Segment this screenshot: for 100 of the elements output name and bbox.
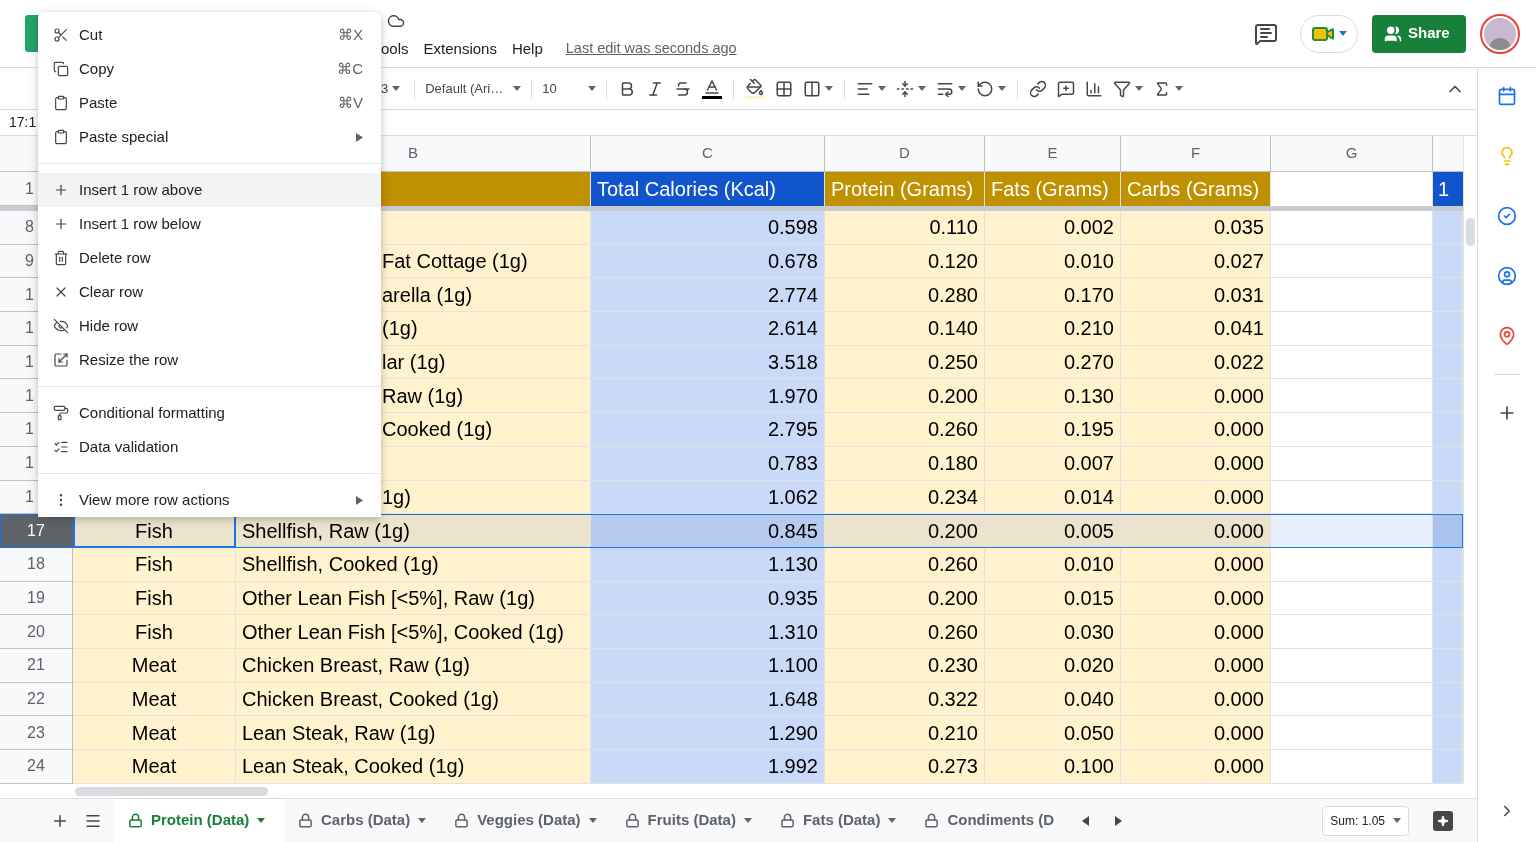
- chart-icon[interactable]: [1085, 79, 1104, 98]
- task-check-icon[interactable]: [1497, 206, 1517, 226]
- table-cell: 0.935: [591, 581, 825, 616]
- eye-off-icon: [53, 318, 69, 334]
- menu-item[interactable]: Insert 1 row below: [38, 207, 381, 241]
- table-cell: 0.000: [1121, 581, 1271, 616]
- plus-icon: [53, 182, 69, 198]
- clipboard-icon: [53, 129, 69, 145]
- table-cell: 1.062: [591, 480, 825, 515]
- menu-bar-item[interactable]: Help: [511, 38, 543, 61]
- table-cell: Meat: [73, 648, 236, 683]
- avatar[interactable]: [1480, 13, 1520, 54]
- table-cell: 0.200: [825, 581, 985, 616]
- table-cell: 0.005: [985, 514, 1121, 548]
- table-cell: 0.270: [985, 345, 1121, 380]
- sheet-tab[interactable]: Fats (Data): [765, 799, 911, 842]
- map-pin-icon[interactable]: [1497, 326, 1517, 346]
- table-cell: 0.230: [825, 648, 985, 683]
- menu-item[interactable]: Delete row: [38, 241, 381, 275]
- menu-item[interactable]: Cut ⌘X: [38, 18, 381, 52]
- scissors-icon: [53, 27, 69, 43]
- vertical-align-icon: [896, 79, 915, 98]
- table-cell: 0.000: [1121, 648, 1271, 683]
- table-cell: [1433, 413, 1463, 447]
- table-cell: 0.027: [1121, 244, 1271, 279]
- caret-icon: [513, 86, 522, 91]
- caret-icon: [918, 86, 927, 91]
- table-cell: 0.000: [1121, 615, 1271, 649]
- sheet-tab[interactable]: Protein (Data): [114, 799, 284, 842]
- row-header[interactable]: 24: [0, 750, 73, 784]
- menu-item[interactable]: Hide row: [38, 309, 381, 343]
- lock-icon: [454, 813, 470, 828]
- table-cell: 0.010: [985, 244, 1121, 279]
- table-cell: 1.130: [591, 547, 825, 582]
- row-header[interactable]: 17: [0, 514, 73, 548]
- name-box[interactable]: 17:1: [0, 112, 37, 133]
- menu-item[interactable]: Insert 1 row above: [38, 173, 381, 207]
- table-cell: 0.210: [985, 312, 1121, 346]
- sheet-tab[interactable]: Carbs (Data): [284, 799, 441, 842]
- sheet-tab[interactable]: Condiments (D: [910, 799, 1069, 842]
- menu-item[interactable]: View more row actions: [38, 483, 381, 517]
- last-edit-link[interactable]: Last edit was seconds ago: [565, 38, 737, 61]
- comment-icon[interactable]: [1254, 21, 1278, 46]
- scroll-right-icon[interactable]: [1115, 815, 1123, 826]
- table-cell: 0.234: [825, 480, 985, 515]
- font-dropdown[interactable]: Default (Ari…: [421, 78, 526, 99]
- table-cell: 0.000: [1121, 514, 1271, 548]
- header-cell: Fats (Grams): [985, 172, 1121, 206]
- table-cell: 0.000: [1121, 413, 1271, 447]
- table-cell: 0.170: [985, 278, 1121, 313]
- font-size-dropdown[interactable]: 10: [538, 78, 601, 99]
- scroll-left-icon[interactable]: [1082, 815, 1090, 826]
- table-cell: 0.273: [825, 750, 985, 784]
- menu-item[interactable]: Conditional formatting: [38, 396, 381, 430]
- row-header[interactable]: 21: [0, 648, 73, 683]
- vertical-scrollbar[interactable]: [1463, 136, 1477, 785]
- share-button[interactable]: Share: [1372, 14, 1466, 53]
- table-cell: 0.783: [591, 446, 825, 481]
- table-cell: [1433, 211, 1463, 245]
- table-cell: 0.100: [985, 750, 1121, 784]
- table-cell: Fish: [73, 581, 236, 616]
- menu-bar-item[interactable]: Extensions: [423, 38, 497, 61]
- table-cell: Chicken Breast, Raw (1g): [236, 648, 591, 683]
- table-cell: 1.970: [591, 379, 825, 414]
- row-header[interactable]: 19: [0, 581, 73, 616]
- menu-item[interactable]: Clear row: [38, 275, 381, 309]
- link-icon[interactable]: [1029, 79, 1048, 98]
- table-cell: 0.000: [1121, 446, 1271, 481]
- number-format-dropdown[interactable]: 3: [381, 78, 409, 99]
- row-header[interactable]: 22: [0, 682, 73, 717]
- menu-item[interactable]: Paste ⌘V: [38, 86, 381, 120]
- strikethrough-icon[interactable]: [674, 79, 693, 98]
- add-comment-icon[interactable]: [1057, 79, 1076, 98]
- explore-icon[interactable]: [1433, 810, 1453, 831]
- merge-icon: [803, 79, 822, 98]
- table-cell: 0.678: [591, 244, 825, 279]
- borders-icon[interactable]: [775, 79, 794, 98]
- table-cell: 1.310: [591, 615, 825, 649]
- sheet-tab[interactable]: Fruits (Data): [610, 799, 766, 842]
- sheet-tab[interactable]: Veggies (Data): [440, 799, 611, 842]
- menu-bar-item[interactable]: ools: [381, 38, 409, 61]
- sum-dropdown[interactable]: Sum: 1.05: [1322, 805, 1409, 836]
- menu-item[interactable]: Data validation: [38, 430, 381, 464]
- calendar-icon[interactable]: [1497, 86, 1517, 106]
- menu-item[interactable]: Copy ⌘C: [38, 52, 381, 86]
- contact-icon[interactable]: [1497, 266, 1517, 286]
- table-cell: 1.290: [591, 716, 825, 750]
- menu-item[interactable]: Resize the row: [38, 343, 381, 377]
- lock-icon: [779, 813, 795, 828]
- table-cell: 0.598: [591, 211, 825, 245]
- caret-icon: [1393, 818, 1401, 823]
- caret-icon: [1339, 31, 1347, 36]
- table-cell: 0.000: [1121, 682, 1271, 717]
- cloud-icon[interactable]: [387, 12, 405, 30]
- row-header[interactable]: 18: [0, 547, 73, 582]
- row-header[interactable]: 20: [0, 615, 73, 649]
- row-header[interactable]: 23: [0, 716, 73, 750]
- table-cell: 2.774: [591, 278, 825, 313]
- menu-item[interactable]: Paste special: [38, 120, 381, 154]
- submenu-arrow-icon: [356, 495, 363, 505]
